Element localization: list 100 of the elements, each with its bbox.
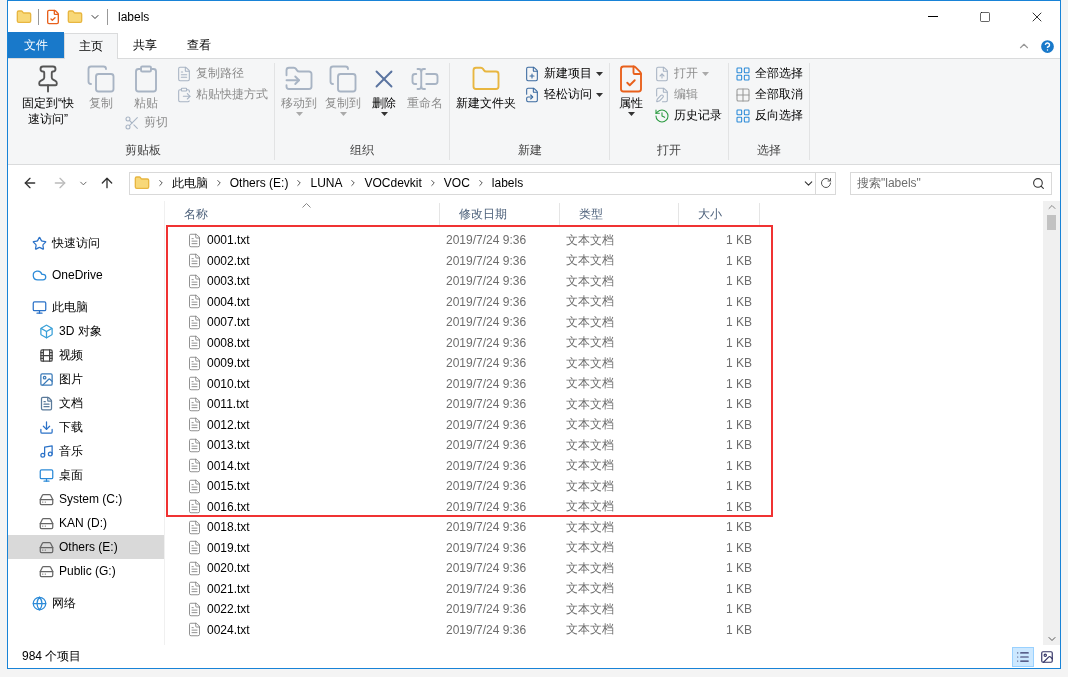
- file-name[interactable]: 0020.txt: [165, 560, 440, 576]
- file-name[interactable]: 0001.txt: [165, 232, 440, 248]
- file-name[interactable]: 0016.txt: [165, 499, 440, 515]
- type-cell-text: 文本文档: [565, 272, 615, 290]
- scrollbar-thumb[interactable]: [1047, 215, 1056, 230]
- nav-item[interactable]: 下载: [8, 415, 164, 439]
- date-cell-text: 2019/7/24 9:36: [445, 581, 528, 596]
- nav-item[interactable]: 快速访问: [8, 231, 164, 255]
- file-name[interactable]: 0003.txt: [165, 273, 440, 289]
- file-name[interactable]: 0004.txt: [165, 294, 440, 310]
- document-icon: [187, 437, 202, 453]
- folder-icon: [133, 175, 150, 191]
- star-icon: [32, 235, 47, 251]
- breadcrumb[interactable]: VOC: [443, 176, 470, 190]
- drive-icon: [39, 563, 54, 579]
- ribbon-button[interactable]: 轻松访问: [521, 84, 606, 105]
- file-name[interactable]: 0010.txt: [165, 376, 440, 392]
- item-count: 984 个项目: [22, 648, 83, 665]
- file-name[interactable]: 0002.txt: [165, 253, 440, 269]
- ribbon-tab[interactable]: 查看: [172, 32, 226, 58]
- ribbon-button[interactable]: 历史记录: [651, 105, 725, 126]
- image-icon: [1040, 649, 1054, 664]
- date-cell-text: 2019/7/24 9:36: [445, 561, 528, 576]
- breadcrumb[interactable]: VOCdevkit: [364, 176, 422, 190]
- refresh-button[interactable]: [816, 171, 836, 195]
- file-name[interactable]: 0019.txt: [165, 540, 440, 556]
- file-name[interactable]: 0015.txt: [165, 478, 440, 494]
- file-name[interactable]: 0011.txt: [165, 396, 440, 412]
- nav-item[interactable]: KAN (D:): [8, 511, 164, 535]
- size-cell-text: 1 KB: [725, 458, 753, 473]
- ribbon-button[interactable]: 全部选择: [732, 63, 806, 84]
- breadcrumb[interactable]: 此电脑: [171, 174, 208, 192]
- nav-item[interactable]: 音乐: [8, 439, 164, 463]
- ribbon-button[interactable]: 删除: [366, 63, 402, 117]
- checked-file-icon[interactable]: [45, 8, 61, 25]
- type-cell-text: 文本文档: [565, 354, 615, 372]
- date-cell-text: 2019/7/24 9:36: [445, 499, 528, 514]
- nav-item[interactable]: Public (G:): [8, 559, 164, 583]
- group-label: 新建: [516, 142, 543, 159]
- nav-item[interactable]: 此电脑: [8, 295, 164, 319]
- file-name[interactable]: 0014.txt: [165, 458, 440, 474]
- document-icon: [187, 601, 202, 617]
- nav-item[interactable]: 桌面: [8, 463, 164, 487]
- nav-item[interactable]: System (C:): [8, 487, 164, 511]
- breadcrumb[interactable]: Others (E:): [229, 176, 289, 190]
- file-name[interactable]: 0008.txt: [165, 335, 440, 351]
- size-cell-text: 1 KB: [725, 438, 753, 453]
- refresh-icon: [819, 177, 832, 189]
- caret-icon: [339, 112, 347, 116]
- size-cell-text: 1 KB: [725, 356, 753, 371]
- grid-icon: [735, 65, 751, 82]
- ribbon-button[interactable]: 新建项目: [521, 63, 606, 84]
- ribbon-button[interactable]: 全部取消: [732, 84, 806, 105]
- file-name[interactable]: 0021.txt: [165, 581, 440, 597]
- drive-icon: [39, 539, 54, 555]
- file-name[interactable]: 0007.txt: [165, 314, 440, 330]
- breadcrumb[interactable]: LUNA: [310, 176, 343, 190]
- file-name[interactable]: 0018.txt: [165, 519, 440, 535]
- scissors-icon: [124, 114, 140, 131]
- ribbon-button[interactable]: 固定到“快速访问”: [15, 63, 81, 128]
- column-header[interactable]: 修改日期: [440, 203, 560, 225]
- ribbon-button[interactable]: 反向选择: [732, 105, 806, 126]
- file-name[interactable]: 0013.txt: [165, 437, 440, 453]
- caret-icon: [380, 112, 388, 116]
- address-bar[interactable]: 此电脑 Others (E:) LUNA VOCdevkit VOC labels: [128, 171, 817, 195]
- column-header[interactable]: 类型: [560, 203, 679, 225]
- ribbon-tab[interactable]: 文件: [8, 32, 64, 58]
- details-view-button[interactable]: [1012, 646, 1034, 667]
- column-header[interactable]: 名称: [165, 203, 440, 225]
- ribbon-button[interactable]: 新建文件夹: [453, 63, 519, 112]
- document-icon: [187, 478, 202, 494]
- file-name[interactable]: 0012.txt: [165, 417, 440, 433]
- date-cell-text: 2019/7/24 9:36: [445, 356, 528, 371]
- file-name[interactable]: 0022.txt: [165, 601, 440, 617]
- search-field[interactable]: 搜索"labels": [850, 171, 1052, 195]
- nav-item[interactable]: 图片: [8, 367, 164, 391]
- monitor-icon: [32, 299, 47, 315]
- caret-icon: [596, 92, 603, 97]
- size-cell-text: 1 KB: [725, 540, 753, 555]
- size-cell-text: 1 KB: [725, 602, 753, 617]
- ribbon-button[interactable]: 属性: [613, 63, 649, 117]
- scrollbar[interactable]: [1043, 201, 1060, 645]
- nav-item[interactable]: 文档: [8, 391, 164, 415]
- file-name[interactable]: 0024.txt: [165, 622, 440, 638]
- nav-item[interactable]: 网络: [8, 591, 164, 615]
- nav-item[interactable]: 视频: [8, 343, 164, 367]
- breadcrumb[interactable]: labels: [491, 176, 524, 190]
- ribbon-tab[interactable]: 主页: [64, 33, 118, 59]
- column-header[interactable]: 大小: [679, 203, 760, 225]
- film-icon: [39, 347, 54, 363]
- nav-item[interactable]: OneDrive: [8, 263, 164, 287]
- image-icon: [39, 371, 54, 387]
- help-icon: [1039, 37, 1056, 55]
- nav-item[interactable]: Others (E:): [8, 535, 164, 559]
- ribbon-tab[interactable]: 共享: [118, 32, 172, 58]
- document-icon: [187, 519, 202, 535]
- paste-icon: [176, 86, 192, 103]
- nav-item[interactable]: 3D 对象: [8, 319, 164, 343]
- type-cell-text: 文本文档: [565, 252, 615, 270]
- file-name[interactable]: 0009.txt: [165, 355, 440, 371]
